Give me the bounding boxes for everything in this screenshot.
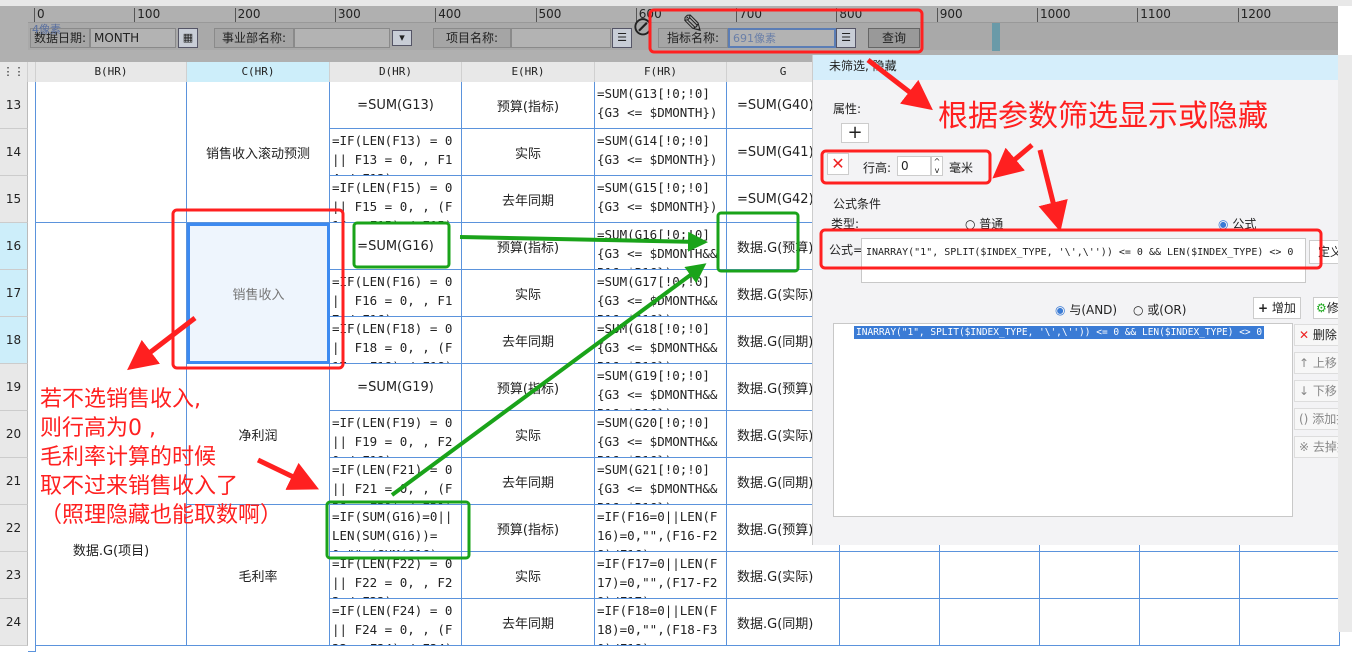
highlight-index-param	[648, 8, 924, 54]
ruler-hint: 4像素	[32, 23, 61, 36]
note-line: 取不过来销售收入了	[40, 474, 239, 499]
highlight-sum-g16	[352, 221, 451, 269]
note-line: 毛利率计算的时候	[40, 445, 217, 470]
red-arrow	[127, 316, 197, 371]
highlight-formula	[819, 228, 1323, 270]
highlight-margin-formula	[325, 500, 471, 560]
annotation-note: 若不选销售收入, 则行高为0 , 毛利率计算的时候 取不过来销售收入了 （照理隐…	[40, 385, 282, 530]
annotation-title: 根据参数筛选显示或隐藏	[938, 99, 1268, 134]
green-arrow	[390, 263, 707, 497]
red-arrow	[992, 143, 1034, 179]
highlight-sales-cell	[171, 208, 345, 370]
note-line: （照理隐藏也能取数啊）	[40, 503, 283, 528]
annotation-overlay	[127, 8, 1323, 560]
highlight-g16	[716, 211, 800, 273]
red-arrow	[1037, 149, 1068, 232]
green-arrow	[459, 231, 708, 252]
highlight-row-height	[820, 149, 992, 185]
note-line: 则行高为0 ,	[40, 416, 156, 441]
red-arrow	[866, 58, 933, 111]
note-line: 若不选销售收入,	[40, 387, 201, 412]
